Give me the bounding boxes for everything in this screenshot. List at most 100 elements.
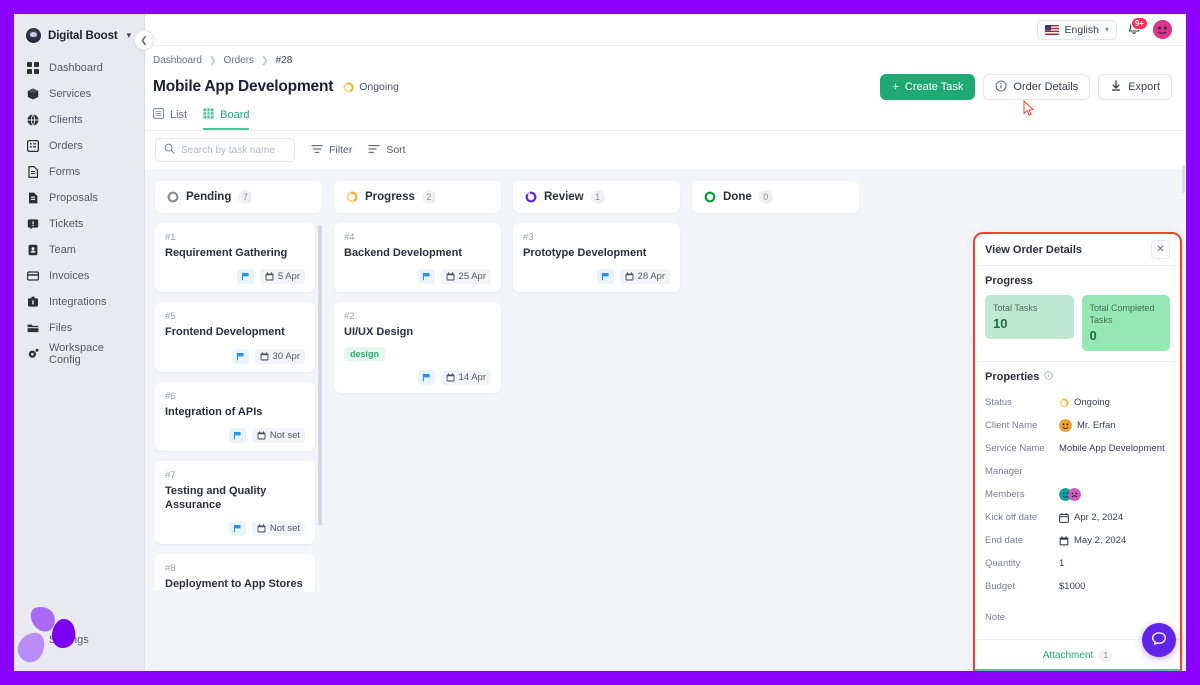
sort-button[interactable]: Sort: [368, 143, 406, 158]
sidebar-item-workspace-config[interactable]: Workspace Config: [14, 341, 144, 367]
plus-icon: +: [892, 81, 899, 93]
property-row-budget: Budget $1000: [985, 575, 1170, 598]
property-label: End date: [985, 535, 1024, 547]
property-row-end-date: End date May 2, 2024: [985, 529, 1170, 552]
sidebar-item-team[interactable]: Team: [14, 237, 144, 263]
flag-icon[interactable]: [417, 369, 435, 385]
flag-icon[interactable]: [228, 521, 246, 537]
due-date-chip[interactable]: 28 Apr: [619, 269, 670, 285]
column-header: Review 1: [513, 181, 680, 213]
sidebar-item-orders[interactable]: Orders: [14, 133, 144, 159]
task-card[interactable]: #3 Prototype Development 28 Apr: [513, 223, 680, 293]
workspace-logo: [26, 28, 41, 43]
sidebar-item-clients[interactable]: Clients: [14, 107, 144, 133]
board-column-review: Review 1 #3 Prototype Development 28 Apr: [513, 181, 680, 293]
info-icon[interactable]: [1044, 371, 1054, 383]
sidebar-collapse-button[interactable]: ❮: [134, 30, 154, 50]
flag-icon[interactable]: [236, 269, 254, 285]
property-label: Budget: [985, 581, 1016, 593]
sidebar-item-label: Files: [49, 322, 73, 334]
sidebar-item-tickets[interactable]: Tickets: [14, 211, 144, 237]
list-icon: [153, 108, 165, 122]
property-label: Status: [985, 397, 1012, 409]
panel-title: View Order Details: [985, 243, 1083, 256]
task-card[interactable]: #6 Integration of APIs Not set: [155, 381, 315, 451]
task-card[interactable]: #4 Backend Development 25 Apr: [334, 223, 501, 293]
property-row-members: Members: [985, 483, 1170, 506]
sidebar-item-label: Services: [49, 88, 92, 100]
order-details-button[interactable]: Order Details: [983, 74, 1091, 100]
search-input-wrapper[interactable]: [155, 138, 295, 162]
search-input[interactable]: [181, 144, 286, 156]
sidebar-item-forms[interactable]: Forms: [14, 159, 144, 185]
flag-icon[interactable]: [231, 348, 249, 364]
tab-attachment-label: Attachment: [1042, 650, 1094, 662]
task-card[interactable]: #7 Testing and Quality Assurance Not set: [155, 460, 315, 545]
property-label: Service Name: [985, 443, 1045, 455]
sidebar-item-invoices[interactable]: Invoices: [14, 263, 144, 289]
sidebar-item-dashboard[interactable]: Dashboard: [14, 55, 144, 81]
sidebar-item-label: Clients: [49, 114, 83, 126]
column-header: Progress 2: [334, 181, 501, 213]
due-date-chip[interactable]: 14 Apr: [440, 369, 491, 385]
page-scrollbar[interactable]: [1182, 165, 1185, 193]
workspace-switcher[interactable]: Digital Boost ▾: [14, 22, 144, 55]
sidebar-item-files[interactable]: Files: [14, 315, 144, 341]
board-area: Filter Sort Pending 7: [145, 131, 1186, 671]
chat-button[interactable]: [1142, 623, 1176, 657]
due-date-chip[interactable]: Not set: [251, 521, 305, 537]
due-date-label: 14 Apr: [458, 371, 486, 383]
app-logo: [10, 601, 84, 675]
export-button[interactable]: Export: [1098, 74, 1172, 100]
sidebar-item-integrations[interactable]: Integrations: [14, 289, 144, 315]
header-actions: + Create Task Order Details Export: [880, 74, 1172, 116]
task-title: Requirement Gathering: [165, 247, 288, 259]
panel-header: View Order Details ✕: [975, 234, 1180, 266]
due-date-chip[interactable]: Not set: [251, 427, 305, 443]
language-selector[interactable]: English ▾: [1036, 19, 1117, 40]
property-row-service-name: Service Name Mobile App Development: [985, 437, 1170, 460]
due-date-chip[interactable]: 25 Apr: [440, 269, 491, 285]
filter-button[interactable]: Filter: [311, 143, 352, 158]
sidebar-item-proposals[interactable]: Proposals: [14, 185, 144, 211]
order-details-panel: View Order Details ✕ Progress Total Task…: [973, 232, 1182, 671]
box-icon: [26, 88, 39, 101]
task-card[interactable]: #2 UI/UX Design design 14 Apr: [334, 302, 501, 393]
flag-icon[interactable]: [228, 427, 246, 443]
tab-attachment[interactable]: Attachment 1: [1042, 649, 1113, 663]
flag-icon[interactable]: [596, 269, 614, 285]
tab-board[interactable]: Board: [203, 108, 250, 130]
tab-list[interactable]: List: [153, 108, 187, 130]
due-date-label: 25 Apr: [458, 271, 486, 283]
create-task-button[interactable]: + Create Task: [880, 74, 976, 100]
task-card[interactable]: #8 Deployment to App Stores Not set: [155, 554, 315, 591]
team-icon: [26, 244, 39, 257]
chevron-down-icon[interactable]: ▾: [127, 30, 132, 41]
notifications-button[interactable]: 9+: [1126, 16, 1148, 39]
property-value: 1: [1059, 558, 1065, 570]
chevron-right-icon: ❯: [261, 55, 269, 65]
members-avatars[interactable]: [1059, 488, 1081, 502]
avatar[interactable]: [1153, 20, 1172, 39]
task-card[interactable]: #5 Frontend Development 30 Apr: [155, 302, 315, 372]
calendar-icon: [1059, 513, 1069, 523]
mouse-cursor: [1023, 99, 1035, 116]
breadcrumb-item-orders[interactable]: Orders: [223, 55, 254, 66]
board-column-done: Done 0: [692, 181, 859, 223]
column-scrollbar[interactable]: [318, 225, 322, 525]
breadcrumb-item-dashboard[interactable]: Dashboard: [153, 55, 202, 66]
sidebar-item-services[interactable]: Services: [14, 81, 144, 107]
flag-icon[interactable]: [417, 269, 435, 285]
due-date-chip[interactable]: 5 Apr: [259, 269, 305, 285]
task-title: Prototype Development: [523, 247, 647, 259]
close-icon[interactable]: ✕: [1151, 240, 1170, 259]
task-title: Testing and Quality Assurance: [165, 484, 267, 512]
task-card[interactable]: #1 Requirement Gathering 5 Apr: [155, 223, 315, 293]
tab-board-label: Board: [220, 109, 250, 121]
sidebar: Digital Boost ▾ Dashboard Services Clien…: [14, 14, 154, 671]
task-id: #5: [165, 311, 176, 323]
property-value: Mobile App Development: [1059, 443, 1165, 455]
top-bar: English ▾ 9+: [145, 14, 1186, 46]
due-date-chip[interactable]: 30 Apr: [254, 348, 305, 364]
property-value: $1000: [1059, 581, 1086, 593]
